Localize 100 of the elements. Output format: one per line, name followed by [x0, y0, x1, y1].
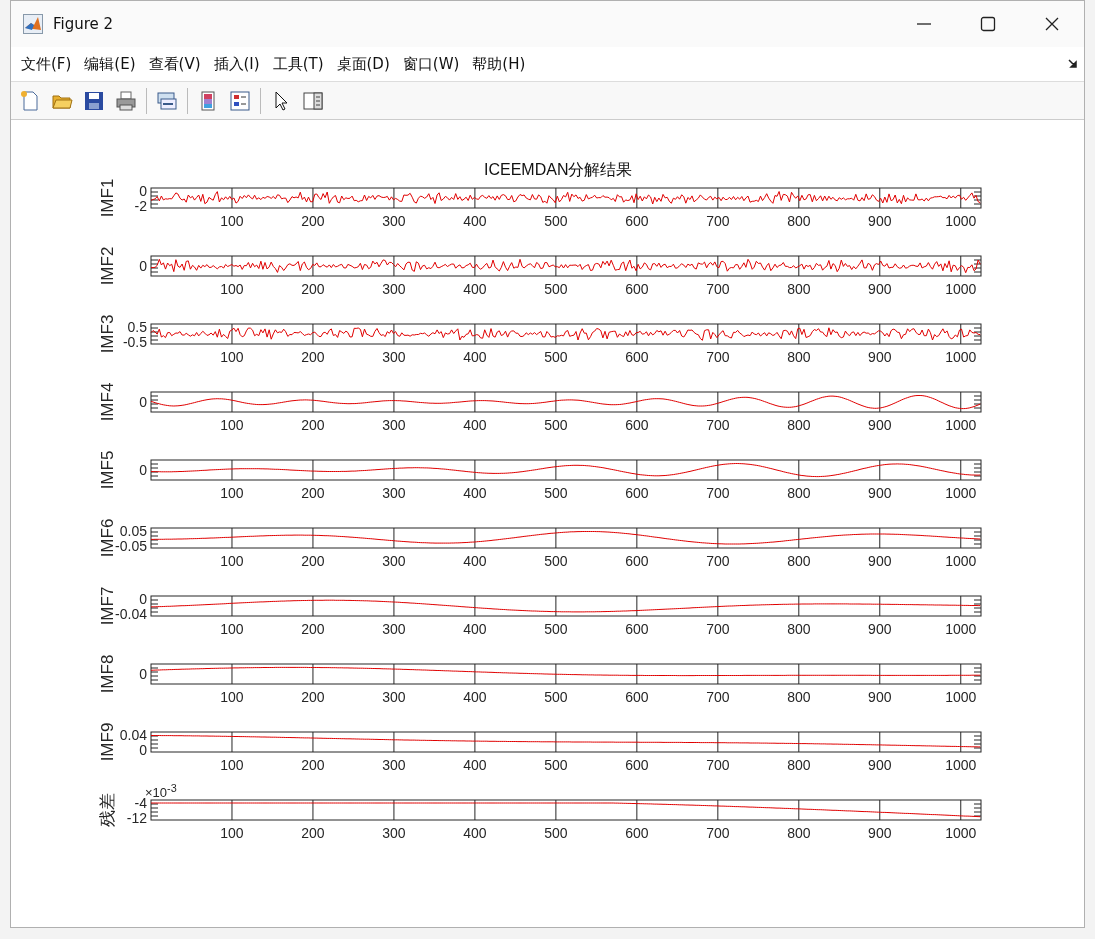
tick-label: 500	[544, 485, 568, 501]
tick-label: 100	[220, 689, 244, 705]
dock-arrow-icon	[1068, 59, 1078, 69]
tick-label: 200	[301, 825, 325, 841]
tick-label: 200	[301, 689, 325, 705]
minimize-icon	[917, 23, 931, 25]
tick-label: 400	[463, 485, 487, 501]
tick-label: 600	[625, 553, 649, 569]
tick-label: 700	[706, 485, 730, 501]
tick-label: 800	[787, 485, 811, 501]
tick-label: 1000	[945, 349, 977, 365]
tick-label: 1000	[945, 213, 977, 229]
tick-label: 800	[787, 281, 811, 297]
tick-label: 100	[220, 417, 244, 433]
tick-label: 400	[463, 757, 487, 773]
tick-label: 200	[301, 213, 325, 229]
tick-label: 200	[301, 349, 325, 365]
tick-label: 300	[382, 349, 406, 365]
tick-label: 400	[463, 417, 487, 433]
tick-label: 600	[625, 349, 649, 365]
tick-label: 600	[625, 621, 649, 637]
tick-label: 400	[463, 349, 487, 365]
tick-label: 600	[625, 485, 649, 501]
tick-label: 500	[544, 281, 568, 297]
tick-label: 800	[787, 689, 811, 705]
tick-label: 900	[868, 417, 892, 433]
tick-label: 300	[382, 757, 406, 773]
menu-item[interactable]: 插入(I)	[207, 52, 266, 76]
tick-label: 100	[220, 485, 244, 501]
tick-label: 900	[868, 281, 892, 297]
tick-label: 300	[382, 213, 406, 229]
tick-label: 500	[544, 757, 568, 773]
tick-label: 1000	[945, 553, 977, 569]
menu-item[interactable]: 帮助(H)	[466, 52, 532, 76]
tick-label: 200	[301, 621, 325, 637]
tick-label: 0.05	[119, 523, 147, 539]
tick-label: 500	[544, 417, 568, 433]
tick-label: 0	[139, 591, 147, 607]
tick-label: 400	[463, 281, 487, 297]
tick-label: 700	[706, 621, 730, 637]
tick-label: 900	[868, 553, 892, 569]
tick-label: 800	[787, 417, 811, 433]
axis-label: 残差	[98, 793, 117, 827]
tick-label: 0.5	[127, 319, 147, 335]
tick-label: 1000	[945, 825, 977, 841]
tick-label: 300	[382, 621, 406, 637]
tick-label: 300	[382, 553, 406, 569]
tick-label: 900	[868, 621, 892, 637]
menu-item[interactable]: 工具(T)	[266, 52, 330, 76]
tick-label: 600	[625, 757, 649, 773]
tick-label: 500	[544, 621, 568, 637]
tick-label: 400	[463, 621, 487, 637]
tick-label: 300	[382, 689, 406, 705]
figure-title: ICEEMDAN分解结果	[484, 160, 633, 180]
menu-item[interactable]: 窗口(W)	[396, 52, 466, 76]
tick-label: 100	[220, 213, 244, 229]
tick-label: 600	[625, 689, 649, 705]
axis-exponent: ×10$^{-3}$	[145, 781, 177, 798]
menu-item[interactable]: 编辑(E)	[78, 52, 142, 76]
axis-label: IMF7	[98, 586, 117, 626]
tick-label: 0	[139, 183, 147, 199]
axis-label: IMF1	[98, 178, 117, 218]
menu-item[interactable]: 查看(V)	[142, 52, 207, 76]
tick-label: -0.05	[115, 538, 147, 554]
tick-label: 900	[868, 689, 892, 705]
tick-label: 600	[625, 213, 649, 229]
axis-label: IMF9	[98, 722, 117, 762]
tick-label: 0	[139, 462, 147, 478]
tick-label: 500	[544, 213, 568, 229]
tick-label: 300	[382, 417, 406, 433]
tick-label: 600	[625, 417, 649, 433]
axis-label: IMF8	[98, 654, 117, 694]
tick-label: -2	[134, 198, 147, 214]
tick-label: 100	[220, 621, 244, 637]
tick-label: 800	[787, 621, 811, 637]
tick-label: 100	[220, 825, 244, 841]
tick-label: 900	[868, 825, 892, 841]
tick-label: 0	[139, 666, 147, 682]
tick-label: 500	[544, 689, 568, 705]
window-title: Figure 2	[53, 15, 114, 33]
axis-label: IMF6	[98, 518, 117, 558]
tick-label: 300	[382, 825, 406, 841]
axis-label: IMF5	[98, 450, 117, 490]
maximize-icon	[980, 16, 996, 32]
tick-label: 400	[463, 213, 487, 229]
tick-label: 600	[625, 281, 649, 297]
tick-label: -12	[126, 810, 147, 826]
close-icon	[1044, 16, 1060, 32]
menu-item[interactable]: 桌面(D)	[330, 52, 396, 76]
menu-item[interactable]: 文件(F)	[15, 52, 78, 76]
tick-label: 100	[220, 349, 244, 365]
tick-label: 1000	[945, 757, 977, 773]
tick-label: -0.04	[115, 606, 147, 622]
tick-label: 300	[382, 281, 406, 297]
tick-label: 200	[301, 757, 325, 773]
tick-label: 900	[868, 757, 892, 773]
tick-label: 800	[787, 553, 811, 569]
tick-label: 0	[139, 742, 147, 758]
tick-label: 400	[463, 689, 487, 705]
app-logo-icon	[23, 14, 43, 34]
